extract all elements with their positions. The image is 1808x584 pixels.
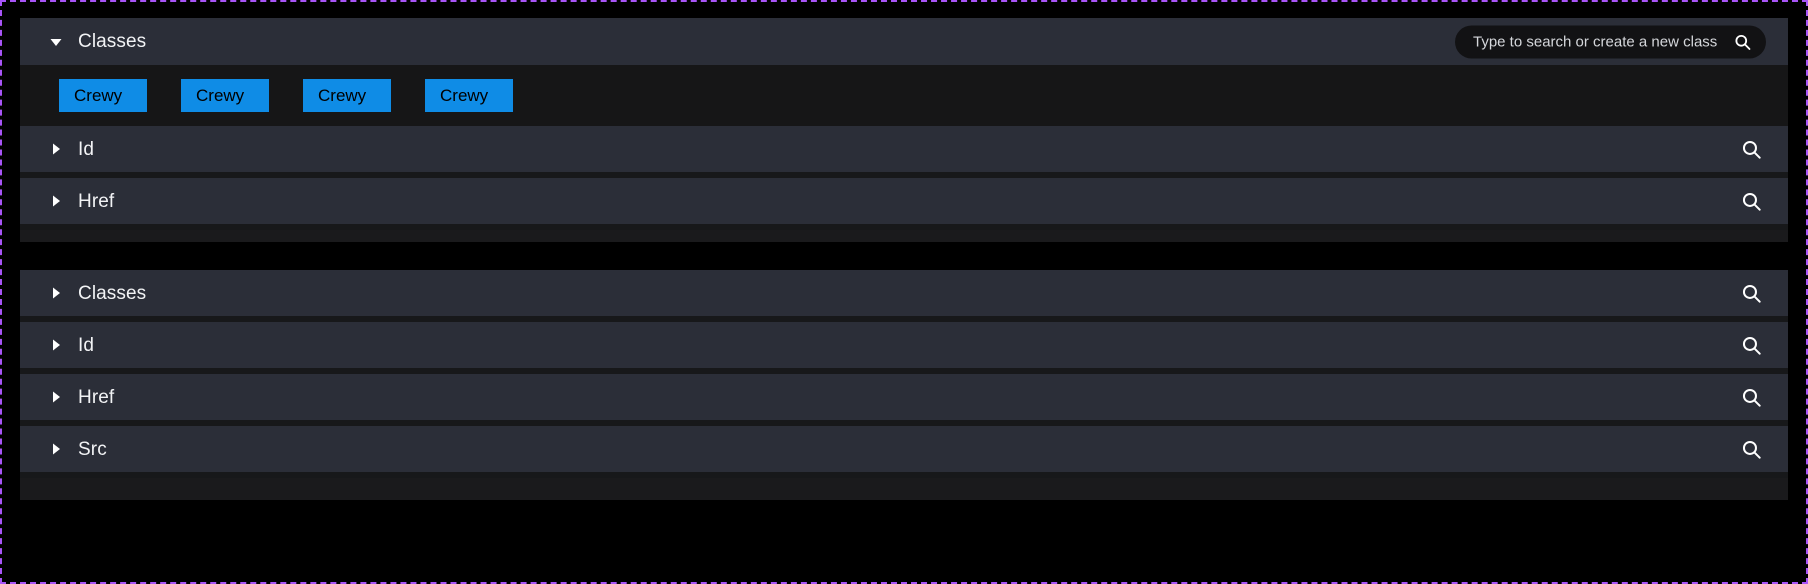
search-icon[interactable] (1740, 190, 1762, 212)
caret-right-icon[interactable] (48, 141, 64, 157)
class-chip[interactable]: Crewy (59, 79, 147, 112)
caret-right-icon[interactable] (48, 337, 64, 353)
attribute-row-label: Id (78, 334, 95, 356)
secondary-attributes-panel: Classes Id Href Src (20, 270, 1788, 500)
panel-separator (20, 242, 1788, 270)
attribute-row-label: Src (78, 438, 107, 460)
caret-right-icon[interactable] (48, 389, 64, 405)
attribute-row-href[interactable]: Href (20, 374, 1788, 420)
caret-right-icon[interactable] (48, 193, 64, 209)
classes-chip-list: Crewy Crewy Crewy Crewy (20, 65, 1788, 126)
class-chip[interactable]: Crewy (181, 79, 269, 112)
caret-right-icon[interactable] (48, 285, 64, 301)
attribute-row-id[interactable]: Id (20, 126, 1788, 172)
search-icon[interactable] (1740, 282, 1762, 304)
search-icon[interactable] (1740, 138, 1762, 160)
search-icon[interactable] (1740, 386, 1762, 408)
attribute-row-id[interactable]: Id (20, 322, 1788, 368)
class-chip[interactable]: Crewy (425, 79, 513, 112)
search-icon[interactable] (1733, 33, 1751, 51)
search-icon[interactable] (1740, 334, 1762, 356)
caret-right-icon[interactable] (48, 441, 64, 457)
panel-footer (20, 230, 1788, 242)
class-search-input[interactable] (1473, 25, 1725, 58)
class-chip[interactable]: Crewy (303, 79, 391, 112)
attribute-row-href[interactable]: Href (20, 178, 1788, 224)
classes-section-title: Classes (78, 31, 147, 52)
panel-stack: Classes Crewy Crewy Crewy Crewy (2, 2, 1806, 582)
panel-footer (20, 478, 1788, 500)
attribute-row-classes[interactable]: Classes (20, 270, 1788, 316)
attribute-row-label: Href (78, 386, 115, 408)
attribute-row-label: Href (78, 190, 115, 212)
classes-section-header[interactable]: Classes (20, 18, 1788, 65)
element-attributes-panel: Classes Crewy Crewy Crewy Crewy (20, 18, 1788, 242)
attribute-row-src[interactable]: Src (20, 426, 1788, 472)
class-search-field[interactable] (1455, 25, 1766, 58)
search-icon[interactable] (1740, 438, 1762, 460)
attribute-row-label: Classes (78, 282, 147, 304)
caret-down-icon[interactable] (48, 34, 64, 50)
selection-frame: Classes Crewy Crewy Crewy Crewy (0, 0, 1808, 584)
attribute-row-label: Id (78, 138, 95, 160)
